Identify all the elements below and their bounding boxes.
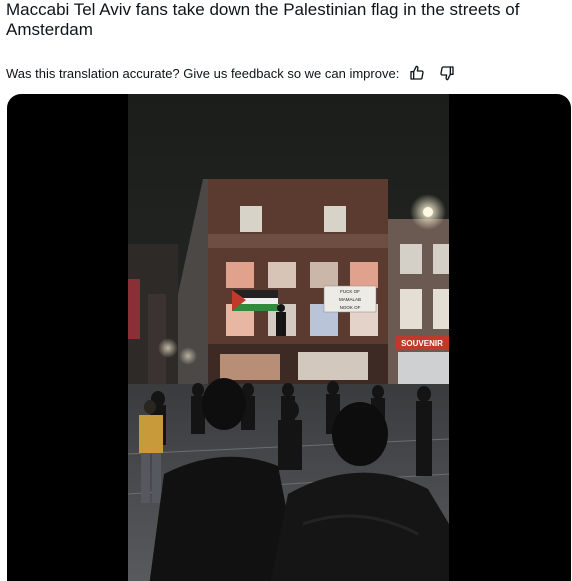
thumbs-down-icon (440, 66, 454, 81)
post-title: Maccabi Tel Aviv fans take down the Pale… (6, 0, 520, 39)
feedback-question: Was this translation accurate? Give us f… (6, 65, 400, 81)
translation-feedback: Was this translation accurate? Give us f… (6, 64, 456, 82)
banner-line-3: NOOK OF (340, 305, 361, 310)
banner-line-2: MAMALAB (339, 297, 361, 302)
post-container: Maccabi Tel Aviv fans take down the Pale… (0, 0, 572, 581)
video-player[interactable]: FUCK OF MAMALAB NOOK OF SOUVENIR (7, 94, 571, 581)
video-frame: FUCK OF MAMALAB NOOK OF SOUVENIR (128, 94, 449, 581)
banner-line-1: FUCK OF (340, 289, 360, 294)
thumbs-up-icon (410, 65, 424, 80)
shop-sign: SOUVENIR (401, 339, 443, 348)
thumbs-down-button[interactable] (438, 64, 456, 82)
street-scene-image: FUCK OF MAMALAB NOOK OF SOUVENIR (128, 94, 449, 581)
thumbs-up-button[interactable] (408, 64, 426, 82)
